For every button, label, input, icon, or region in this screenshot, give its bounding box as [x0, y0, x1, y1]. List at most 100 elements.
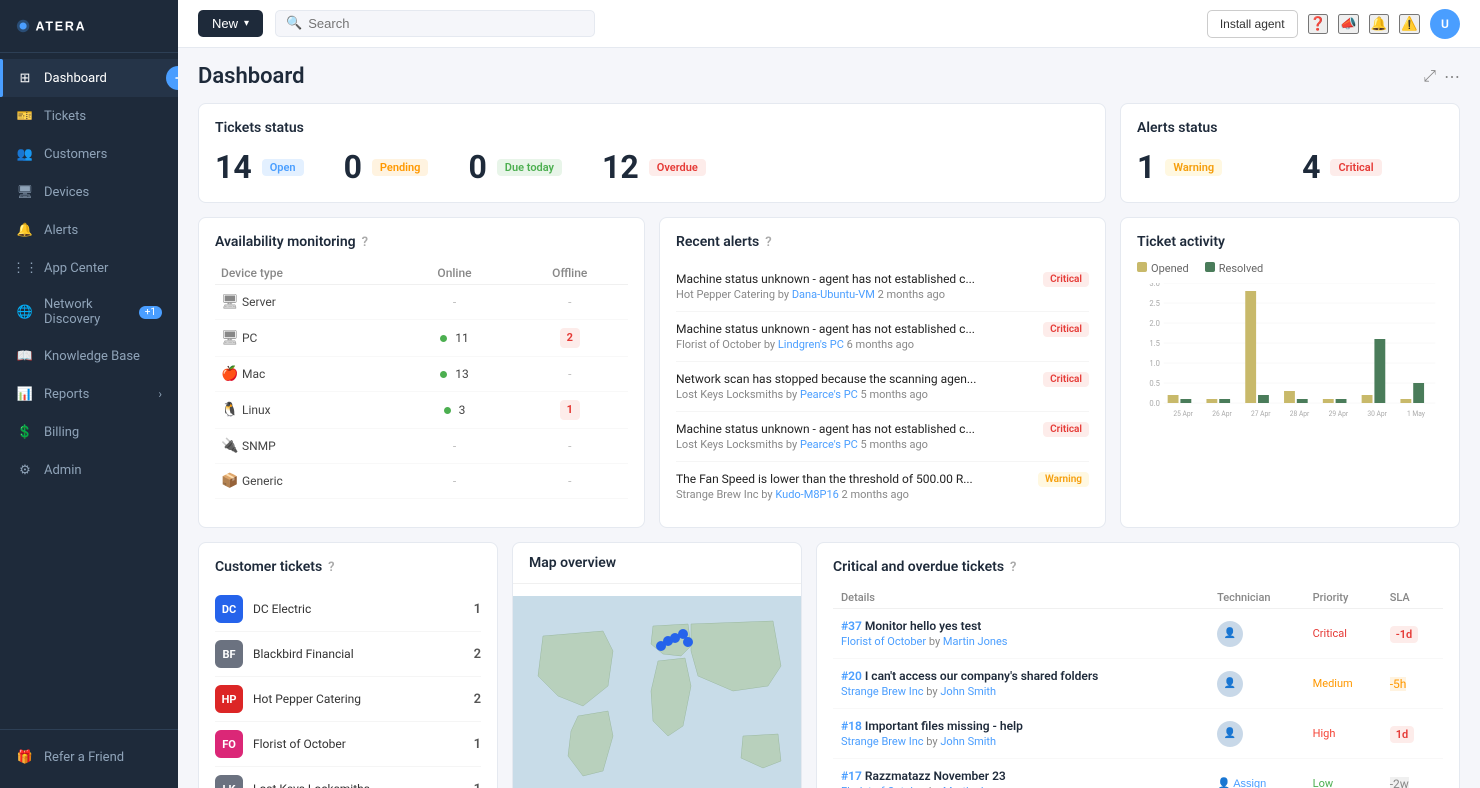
alert-link[interactable]: Pearce's PC [800, 438, 858, 451]
ticket-activity-chart: 3.02.52.01.51.00.50.025 Apr26 Apr27 Apr2… [1137, 283, 1443, 443]
customer-tickets-row: LK Lost Keys Locksmiths 1 [215, 767, 481, 788]
warning-button[interactable]: ⚠️ [1399, 14, 1420, 34]
critical-tickets-help-icon[interactable]: ? [1010, 560, 1016, 575]
sla-badge: -5h [1390, 677, 1407, 691]
alert-link[interactable]: Dana-Ubuntu-VM [792, 288, 875, 301]
customer-tickets-help-icon[interactable]: ? [328, 560, 334, 575]
new-button[interactable]: New ▾ [198, 10, 263, 37]
sidebar-item-customers[interactable]: 👥 Customers [0, 135, 178, 173]
availability-table: Device type Online Offline 🖥 Server - - … [215, 262, 628, 499]
avail-table-row: 🖥 Server - - [215, 285, 628, 320]
crit-tech-link[interactable]: Martin Jones [943, 635, 1008, 648]
sla-badge: 1d [1390, 726, 1414, 743]
alert-severity-badge: Critical [1043, 372, 1089, 387]
recent-alerts-title: Recent alerts [676, 234, 759, 250]
alert-link[interactable]: Lindgren's PC [778, 338, 844, 351]
sidebar-item-label: Reports [44, 387, 89, 402]
svg-text:29 Apr: 29 Apr [1329, 410, 1349, 418]
crit-company-link[interactable]: Strange Brew Inc [841, 735, 924, 748]
alert-stat-critical: 4 Critical [1302, 148, 1421, 186]
crit-col-sla: SLA [1382, 587, 1443, 609]
ticket-stat-open: 14 Open [215, 148, 344, 186]
alert-link[interactable]: Pearce's PC [800, 388, 858, 401]
sidebar-item-network-discovery[interactable]: 🌐 Network Discovery +1 [0, 287, 178, 337]
device-name: 🍎 Mac [215, 357, 398, 392]
device-online: - [398, 285, 512, 320]
customer-tickets-list: DC DC Electric 1 BF Blackbird Financial … [215, 587, 481, 788]
crit-ticket-title: #17 Razzmatazz November 23 [841, 769, 1201, 783]
user-avatar[interactable]: U [1430, 9, 1460, 39]
sidebar-item-label: Knowledge Base [44, 349, 140, 364]
sidebar-item-billing[interactable]: 💲 Billing [0, 413, 178, 451]
customer-tickets-row: HP Hot Pepper Catering 2 [215, 677, 481, 722]
customer-tickets-row: FO Florist of October 1 [215, 722, 481, 767]
sidebar-item-alerts[interactable]: 🔔 Alerts [0, 211, 178, 249]
crit-tech-link[interactable]: John Smith [940, 735, 996, 748]
alert-text: Machine status unknown - agent has not e… [676, 272, 1033, 301]
customer-avatar: LK [215, 775, 243, 788]
alert-text: Network scan has stopped because the sca… [676, 372, 1033, 401]
customer-name: Lost Keys Locksmiths [253, 782, 464, 788]
notifications-button[interactable]: 📣 [1338, 14, 1359, 34]
offline-count: 1 [560, 400, 580, 420]
chart-wrap: 3.02.52.01.51.00.50.025 Apr26 Apr27 Apr2… [1137, 283, 1443, 443]
crit-company-link[interactable]: Strange Brew Inc [841, 685, 924, 698]
customer-avatar: DC [215, 595, 243, 623]
more-options-button[interactable]: ⋯ [1444, 67, 1460, 87]
svg-text:28 Apr: 28 Apr [1290, 410, 1310, 418]
crit-company-link[interactable]: Florist of October [841, 635, 926, 648]
online-dash: - [453, 439, 456, 453]
offline-dash: - [568, 367, 571, 381]
alert-meta: Hot Pepper Catering by Dana-Ubuntu-VM 2 … [676, 288, 1033, 301]
map-overview-title: Map overview [513, 543, 801, 584]
critical-count: 4 [1302, 148, 1320, 186]
crit-sla: -1d [1382, 609, 1443, 659]
due-count: 0 [468, 148, 486, 186]
crit-col-technician: Technician [1209, 587, 1305, 609]
recent-alerts-help-icon[interactable]: ? [765, 235, 771, 250]
device-name: 📦 Generic [215, 464, 398, 499]
sidebar-item-label: Customers [44, 147, 107, 162]
sidebar-item-dashboard[interactable]: ⊞ Dashboard [0, 59, 178, 97]
device-online: - [398, 429, 512, 464]
help-button[interactable]: ❓ [1308, 14, 1329, 34]
recent-alerts-card: Recent alerts ? Machine status unknown -… [659, 217, 1106, 528]
alerts-button[interactable]: 🔔 [1369, 14, 1390, 34]
alert-list-item: Machine status unknown - agent has not e… [676, 312, 1089, 362]
sidebar-item-reports[interactable]: 📊 Reports › [0, 375, 178, 413]
dollar-icon: 💲 [16, 423, 34, 441]
crit-tech-link[interactable]: John Smith [940, 685, 996, 698]
availability-help-icon[interactable]: ? [362, 235, 368, 250]
search-icon: 🔍 [286, 16, 302, 31]
bottom-row: Customer tickets ? DC DC Electric 1 BF B… [198, 542, 1460, 788]
sidebar-item-knowledge-base[interactable]: 📖 Knowledge Base [0, 337, 178, 375]
search-input[interactable] [308, 16, 584, 31]
sidebar-item-admin[interactable]: ⚙ Admin [0, 451, 178, 489]
sidebar-item-devices[interactable]: 🖥 Devices [0, 173, 178, 211]
technician-avatar: 👤 [1217, 621, 1243, 647]
sidebar-item-app-center[interactable]: ⋮⋮ App Center [0, 249, 178, 287]
crit-priority: Low [1305, 759, 1382, 788]
svg-text:1.0: 1.0 [1149, 359, 1160, 368]
opened-legend-dot [1137, 262, 1147, 272]
tickets-status-header: Tickets status [215, 120, 1089, 136]
gift-icon: 🎁 [16, 748, 34, 766]
customer-tickets-row: BF Blackbird Financial 2 [215, 632, 481, 677]
device-online: 11 [398, 320, 512, 357]
svg-text:0.5: 0.5 [1149, 379, 1160, 388]
online-count: 11 [440, 331, 469, 345]
sidebar-item-tickets[interactable]: 🎫 Tickets [0, 97, 178, 135]
alerts-status-header: Alerts status [1137, 120, 1443, 136]
world-map-svg [513, 596, 801, 788]
alert-link[interactable]: Kudo-M8P16 [775, 488, 838, 501]
legend-opened: Opened [1137, 262, 1189, 275]
sidebar-item-refer[interactable]: 🎁 Refer a Friend [0, 738, 178, 776]
install-agent-button[interactable]: Install agent [1207, 10, 1298, 38]
crit-ticket-meta: Strange Brew Inc by John Smith [841, 685, 1201, 698]
customer-tickets-row: DC DC Electric 1 [215, 587, 481, 632]
assign-button[interactable]: 👤 Assign [1217, 777, 1266, 788]
alert-text: The Fan Speed is lower than the threshol… [676, 472, 1028, 501]
ticket-activity-title: Ticket activity [1137, 234, 1225, 250]
expand-button[interactable]: ⤢ [1423, 67, 1436, 87]
settings-icon: ⚙ [16, 461, 34, 479]
